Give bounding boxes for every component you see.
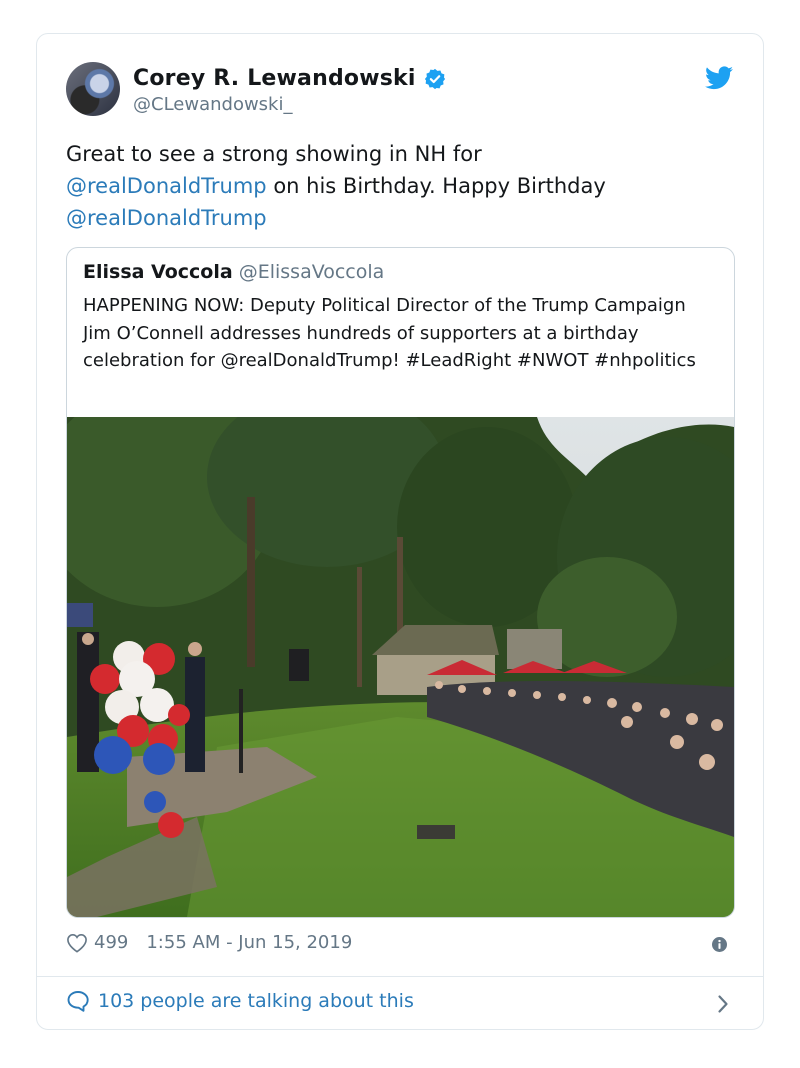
heart-icon[interactable] <box>66 933 88 953</box>
quoted-tweet[interactable]: Elissa Voccola @ElissaVoccola HAPPENING N… <box>66 247 735 918</box>
quoted-author: Elissa Voccola @ElissaVoccola <box>83 261 384 283</box>
twitter-bird-icon[interactable] <box>705 66 733 90</box>
author-avatar[interactable] <box>66 62 120 116</box>
tweet-text-part: Great to see a strong showing in NH for <box>66 142 482 166</box>
info-icon[interactable] <box>712 937 727 952</box>
quoted-tweet-text: HAPPENING NOW: Deputy Political Director… <box>83 295 696 371</box>
conversation-link[interactable]: 103 people are talking about this <box>66 990 414 1012</box>
author-name[interactable]: Corey R. Lewandowski <box>133 66 416 91</box>
footer-divider <box>37 976 763 977</box>
tweet-text-part: on his Birthday. Happy Birthday <box>266 174 606 198</box>
tweet-meta: 499 1:55 AM - Jun 15, 2019 <box>66 932 352 953</box>
verified-badge-icon <box>424 68 445 89</box>
tweet-timestamp[interactable]: 1:55 AM - Jun 15, 2019 <box>146 932 352 953</box>
author-name-row: Corey R. Lewandowski <box>133 66 446 91</box>
mention-link[interactable]: @realDonaldTrump <box>66 206 267 230</box>
chevron-right-icon[interactable] <box>717 994 729 1014</box>
quoted-author-handle[interactable]: @ElissaVoccola <box>239 261 385 283</box>
speech-bubble-icon <box>67 991 89 1012</box>
author-handle[interactable]: @CLewandowski_ <box>133 94 292 115</box>
quoted-author-name[interactable]: Elissa Voccola <box>83 261 233 283</box>
mention-link[interactable]: @realDonaldTrump <box>66 174 267 198</box>
tweet-text: Great to see a strong showing in NH for … <box>66 138 736 234</box>
conversation-count-text: 103 people are talking about this <box>98 990 414 1012</box>
embedded-tweet-card: Corey R. Lewandowski @CLewandowski_ Grea… <box>36 33 764 1030</box>
event-photo[interactable] <box>67 417 734 917</box>
like-count[interactable]: 499 <box>94 932 128 953</box>
